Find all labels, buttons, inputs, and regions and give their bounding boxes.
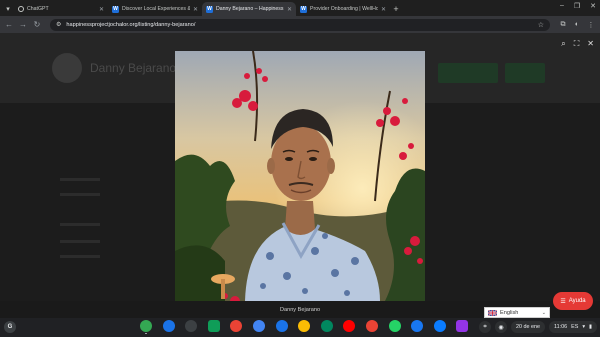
dimmed-button: [505, 63, 545, 83]
language-select[interactable]: English ⌄: [484, 307, 550, 318]
messenger-icon[interactable]: [433, 320, 446, 332]
fullscreen-icon[interactable]: ⛶: [574, 39, 580, 49]
wp-favicon-icon: W: [112, 5, 119, 13]
profile-photo: [175, 51, 425, 301]
tab-strip: ▾ ChatGPT ✕ W Discover Local Experiences…: [0, 0, 600, 16]
wp-favicon-icon: W: [206, 5, 213, 13]
close-icon[interactable]: ✕: [381, 6, 386, 13]
chrome-icon[interactable]: [140, 320, 152, 334]
tab-discover[interactable]: W Discover Local Experiences & ✕: [108, 2, 202, 16]
dimmed-sidebar-line: [60, 178, 100, 181]
cast-icon[interactable]: [185, 320, 198, 332]
minimize-icon[interactable]: –: [560, 2, 564, 10]
apps-grid-icon[interactable]: [207, 320, 220, 332]
dimmed-sidebar-line: [60, 223, 100, 226]
close-icon[interactable]: ✕: [287, 6, 292, 13]
dimmed-sidebar-line: [60, 240, 100, 243]
launcher-letter: G: [7, 324, 13, 330]
docs-icon[interactable]: [252, 320, 265, 332]
date-text: 20 de ene: [516, 324, 541, 330]
lightbox-toolbar: ⌕ ⛶ ✕: [561, 39, 594, 49]
system-tray: ⌗ ◉ 20 de ene 11:06 ES ▾ ▮: [479, 321, 597, 333]
avatar: [52, 53, 82, 83]
tab-provider-onboarding[interactable]: W Provider Onboarding | WellHo ✕: [296, 2, 390, 16]
tab-title: Discover Local Experiences &: [122, 6, 190, 12]
help-label: Ayuda: [568, 298, 586, 304]
zoom-icon[interactable]: ⌕: [561, 39, 565, 49]
media-icon[interactable]: ◉: [495, 321, 508, 333]
reload-icon[interactable]: ↻: [32, 20, 42, 30]
add-icon[interactable]: [162, 320, 175, 332]
dimmed-page-title: Danny Bejarano: [90, 61, 177, 75]
close-icon[interactable]: ✕: [99, 6, 104, 13]
tab-danny-bejarano[interactable]: W Danny Bejarano – Happiness P ✕: [202, 2, 296, 16]
tab-title: Danny Bejarano – Happiness P: [216, 6, 284, 12]
restore-icon[interactable]: ❐: [574, 2, 580, 10]
page-viewport: Danny Bejarano ⌕ ⛶ ✕ Danny Bejarano: [0, 33, 600, 318]
shelf-apps: [140, 320, 469, 334]
menu-kebab-icon[interactable]: ⋮: [586, 20, 596, 30]
close-icon[interactable]: ✕: [193, 6, 198, 13]
whatsapp-icon[interactable]: [388, 320, 401, 332]
window-controls: – ❐ ✕: [560, 2, 596, 10]
wifi-icon: ▾: [582, 324, 586, 330]
tab-search-icon[interactable]: ▾: [2, 2, 14, 16]
url-text[interactable]: happinessprojectjochalor.org/listing/dan…: [66, 22, 532, 28]
date-pill[interactable]: 20 de ene: [511, 321, 546, 333]
forward-icon[interactable]: →: [18, 20, 28, 30]
browser-toolbar: ← → ↻ ⚙ happinessprojectjochalor.org/lis…: [0, 16, 600, 33]
chevron-down-icon: ⌄: [541, 309, 546, 316]
caption-text: Danny Bejarano: [279, 306, 321, 313]
close-window-icon[interactable]: ✕: [590, 2, 596, 10]
play-store-icon[interactable]: [320, 320, 333, 332]
dimmed-sidebar-line: [60, 193, 100, 196]
dimmed-sidebar-line: [60, 255, 100, 258]
screen-capture-icon[interactable]: ⌗: [479, 321, 492, 333]
menu-lines-icon: ☰: [560, 298, 566, 305]
running-indicator: [145, 333, 147, 334]
close-icon[interactable]: ✕: [587, 39, 594, 49]
tab-title: ChatGPT: [27, 6, 49, 12]
status-area[interactable]: 11:06 ES ▾ ▮: [549, 321, 597, 333]
time-text: 11:06: [554, 324, 568, 330]
bookmark-star-icon[interactable]: ☆: [538, 21, 544, 29]
locale-text: ES: [571, 324, 579, 330]
profile-icon[interactable]: ◐: [572, 20, 582, 30]
new-tab-button[interactable]: +: [390, 2, 402, 16]
chat-icon[interactable]: [275, 320, 288, 332]
uk-flag-icon: [488, 309, 497, 316]
back-icon[interactable]: ←: [4, 20, 14, 30]
language-label: English: [500, 309, 519, 316]
wp-favicon-icon: W: [300, 5, 307, 13]
launcher-button[interactable]: G: [4, 321, 16, 333]
help-button[interactable]: ☰ Ayuda: [553, 292, 593, 310]
address-bar[interactable]: ⚙ happinessprojectjochalor.org/listing/d…: [50, 18, 550, 31]
facebook-icon[interactable]: [411, 320, 424, 332]
youtube-icon[interactable]: [343, 320, 356, 332]
portrait-illustration: [175, 51, 425, 301]
dimmed-button: [438, 63, 498, 83]
gmail-icon[interactable]: [230, 320, 243, 332]
app-purple-icon[interactable]: [456, 320, 469, 332]
tab-chatgpt[interactable]: ChatGPT ✕: [14, 2, 108, 16]
photos-pinwheel-icon[interactable]: [365, 320, 378, 332]
photos-icon[interactable]: [298, 320, 311, 332]
tab-title: Provider Onboarding | WellHo: [310, 6, 378, 12]
battery-icon: ▮: [589, 324, 592, 330]
os-shelf: G ⌗ ◉ 20 de ene 11:06 ES ▾ ▮: [0, 318, 600, 337]
chatgpt-favicon-icon: [18, 6, 24, 12]
extensions-icon[interactable]: ⧉: [558, 20, 568, 30]
site-info-icon[interactable]: ⚙: [56, 21, 61, 28]
